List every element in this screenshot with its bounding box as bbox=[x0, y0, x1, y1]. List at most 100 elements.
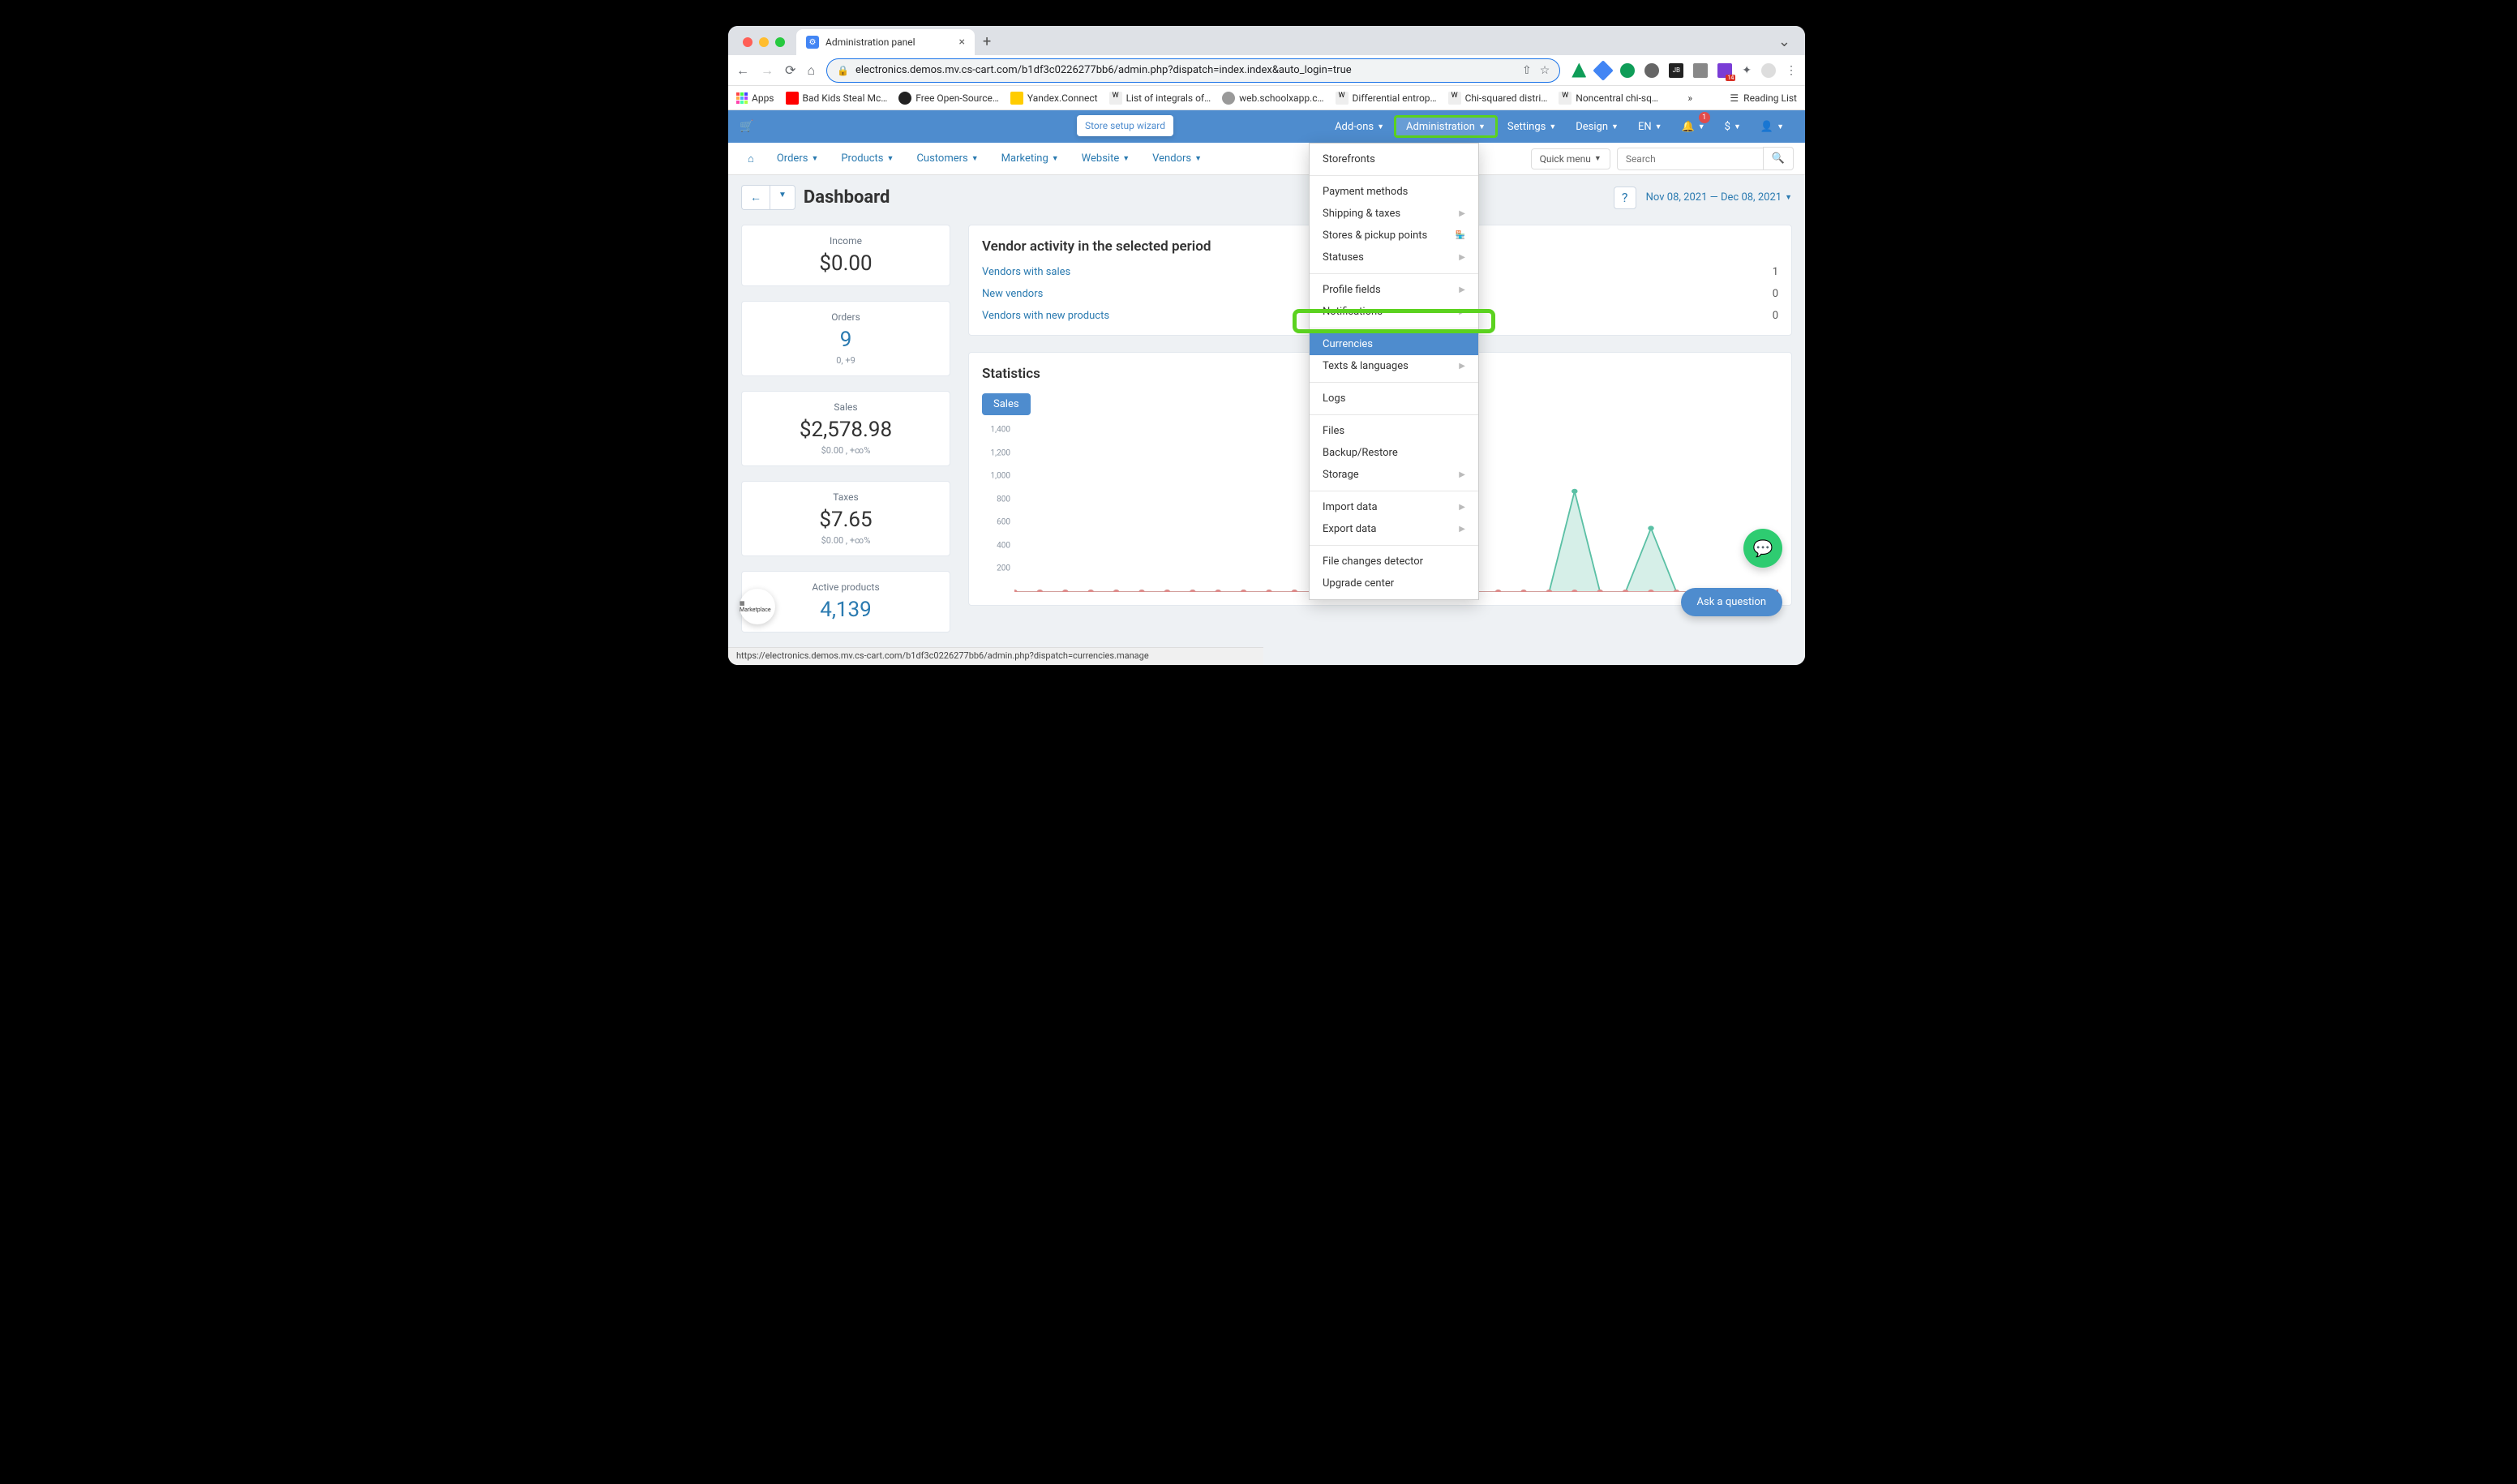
subnav-products[interactable]: Products▼ bbox=[833, 152, 902, 165]
extensions: JB 14 ✦ ⋮ bbox=[1572, 63, 1797, 78]
nav-currency[interactable]: $▼ bbox=[1715, 110, 1751, 143]
nav-home-icon[interactable]: ⌂ bbox=[740, 152, 762, 165]
card-sales: Sales $2,578.98 $0.00 , +∞% bbox=[741, 391, 950, 466]
ext-purple-icon[interactable]: 14 bbox=[1717, 63, 1732, 78]
bookmark-item[interactable]: web.schoolxapp.c… bbox=[1222, 92, 1323, 105]
star-icon[interactable]: ☆ bbox=[1540, 64, 1550, 77]
dropdown-item-notifications[interactable]: Notifications▶ bbox=[1310, 301, 1478, 323]
subnav-vendors[interactable]: Vendors▼ bbox=[1144, 152, 1210, 165]
dropdown-item-texts-languages[interactable]: Texts & languages▶ bbox=[1310, 355, 1478, 377]
bookmark-item[interactable]: Bad Kids Steal Mc… bbox=[786, 92, 888, 105]
nav-user[interactable]: 👤▼ bbox=[1751, 110, 1794, 143]
back-button[interactable]: ← bbox=[741, 185, 770, 210]
nav-design[interactable]: Design▼ bbox=[1566, 110, 1628, 143]
ext-grammarly-icon[interactable] bbox=[1620, 63, 1635, 78]
lock-icon: 🔒 bbox=[837, 65, 849, 76]
menu-icon[interactable]: ⋮ bbox=[1786, 64, 1797, 77]
stats-tab-sales[interactable]: Sales bbox=[982, 393, 1031, 415]
chevron-down-icon: ▼ bbox=[1377, 122, 1384, 131]
dropdown-item-profile-fields[interactable]: Profile fields▶ bbox=[1310, 279, 1478, 301]
dropdown-item-shipping-taxes[interactable]: Shipping & taxes▶ bbox=[1310, 203, 1478, 225]
page-title: Dashboard bbox=[804, 187, 890, 208]
bookmark-item[interactable]: WList of integrals of… bbox=[1109, 92, 1211, 105]
dropdown-item-file-changes-detector[interactable]: File changes detector bbox=[1310, 551, 1478, 573]
bookmark-item[interactable]: WChi-squared distri… bbox=[1448, 92, 1548, 105]
subnav-marketing[interactable]: Marketing▼ bbox=[993, 152, 1067, 165]
bookmark-item[interactable]: WDifferential entrop… bbox=[1336, 92, 1437, 105]
apps-button[interactable]: Apps bbox=[736, 92, 774, 104]
nav-language[interactable]: EN▼ bbox=[1628, 110, 1672, 143]
search-input[interactable] bbox=[1617, 148, 1763, 170]
window-controls[interactable] bbox=[735, 37, 793, 55]
new-tab-button[interactable]: + bbox=[975, 33, 999, 55]
subnav-website[interactable]: Website▼ bbox=[1074, 152, 1138, 165]
date-range-selector[interactable]: Nov 08, 2021 — Dec 08, 2021▼ bbox=[1646, 191, 1792, 204]
minimize-window-icon[interactable] bbox=[759, 37, 769, 47]
close-window-icon[interactable] bbox=[743, 37, 753, 47]
ask-question-button[interactable]: Ask a question bbox=[1681, 588, 1782, 616]
user-icon: 👤 bbox=[1760, 121, 1773, 133]
dropdown-item-files[interactable]: Files bbox=[1310, 420, 1478, 442]
tab-bar: ⚙ Administration panel × + ⌄ bbox=[728, 26, 1805, 55]
ext-diamond-icon[interactable] bbox=[1593, 60, 1614, 80]
tab-close-icon[interactable]: × bbox=[959, 36, 965, 49]
tab-overflow-icon[interactable]: ⌄ bbox=[1770, 33, 1799, 55]
vendor-link[interactable]: Vendors with sales bbox=[982, 266, 1070, 278]
nav-settings[interactable]: Settings▼ bbox=[1498, 110, 1566, 143]
maximize-window-icon[interactable] bbox=[775, 37, 785, 47]
address-bar[interactable]: 🔒 electronics.demos.mv.cs-cart.com/b1df3… bbox=[826, 58, 1560, 83]
chevron-down-icon: ▼ bbox=[1549, 122, 1556, 131]
dropdown-item-import-data[interactable]: Import data▶ bbox=[1310, 496, 1478, 518]
bookmark-item[interactable]: WNoncentral chi-sq… bbox=[1559, 92, 1658, 105]
chevron-right-icon: ▶ bbox=[1459, 307, 1465, 316]
dropdown-item-logs[interactable]: Logs bbox=[1310, 388, 1478, 410]
nav-notifications[interactable]: 🔔1▼ bbox=[1672, 110, 1715, 143]
chevron-down-icon: ▼ bbox=[1194, 154, 1202, 163]
ext-v-icon[interactable] bbox=[1693, 63, 1708, 78]
store-setup-wizard-tooltip[interactable]: Store setup wizard bbox=[1077, 115, 1173, 136]
vendor-link[interactable]: Vendors with new products bbox=[982, 310, 1109, 322]
search-button[interactable]: 🔍 bbox=[1763, 147, 1794, 170]
chevron-right-icon: ▶ bbox=[1459, 285, 1465, 294]
reading-list-button[interactable]: ☰Reading List bbox=[1730, 92, 1797, 104]
cart-icon[interactable]: 🛒 bbox=[740, 120, 753, 133]
app-body: Store setup wizard 🛒 Add-ons▼ Administra… bbox=[728, 110, 1805, 665]
status-bar: https://electronics.demos.mv.cs-cart.com… bbox=[728, 647, 1263, 665]
back-icon[interactable]: ← bbox=[736, 62, 749, 79]
dropdown-item-upgrade-center[interactable]: Upgrade center bbox=[1310, 573, 1478, 594]
subnav-customers[interactable]: Customers▼ bbox=[908, 152, 986, 165]
reload-icon[interactable]: ⟳ bbox=[785, 62, 795, 78]
profile-avatar[interactable] bbox=[1761, 63, 1776, 78]
more-bookmarks[interactable]: » bbox=[1687, 92, 1692, 104]
dropdown-item-backup-restore[interactable]: Backup/Restore bbox=[1310, 442, 1478, 464]
quick-menu[interactable]: Quick menu▼ bbox=[1531, 148, 1610, 169]
dropdown-item-payment-methods[interactable]: Payment methods bbox=[1310, 181, 1478, 203]
nav-addons[interactable]: Add-ons▼ bbox=[1325, 110, 1394, 143]
dropdown-item-export-data[interactable]: Export data▶ bbox=[1310, 518, 1478, 540]
extensions-icon[interactable]: ✦ bbox=[1742, 64, 1752, 77]
dropdown-item-statuses[interactable]: Statuses▶ bbox=[1310, 247, 1478, 268]
home-icon[interactable]: ⌂ bbox=[807, 62, 815, 79]
dropdown-item-storefronts[interactable]: Storefronts bbox=[1310, 148, 1478, 170]
subnav-orders[interactable]: Orders▼ bbox=[769, 152, 827, 165]
y-tick-label: 600 bbox=[997, 518, 1010, 527]
bookmark-item[interactable]: Free Open-Source… bbox=[898, 92, 999, 105]
help-button[interactable]: ? bbox=[1614, 187, 1636, 209]
browser-tab[interactable]: ⚙ Administration panel × bbox=[796, 29, 975, 55]
chat-fab[interactable]: 💬 bbox=[1743, 529, 1782, 568]
dropdown-item-stores-pickup-points[interactable]: Stores & pickup points🏪 bbox=[1310, 225, 1478, 247]
forward-icon: → bbox=[761, 62, 774, 79]
share-icon[interactable]: ⇧ bbox=[1522, 64, 1532, 77]
back-dropdown[interactable]: ▼ bbox=[770, 185, 795, 210]
vendor-link[interactable]: New vendors bbox=[982, 288, 1043, 300]
ext-jb-icon[interactable]: JB bbox=[1669, 63, 1683, 78]
dropdown-item-storage[interactable]: Storage▶ bbox=[1310, 464, 1478, 486]
chevron-right-icon: ▶ bbox=[1459, 253, 1465, 262]
marketplace-badge[interactable]: ▦ Marketplace bbox=[740, 589, 775, 624]
ext-drive-icon[interactable] bbox=[1572, 63, 1586, 78]
ext-gear-icon[interactable] bbox=[1644, 63, 1659, 78]
favicon-icon: ⚙ bbox=[806, 36, 819, 49]
nav-administration[interactable]: Administration▼ bbox=[1394, 115, 1498, 138]
bookmark-item[interactable]: Yandex.Connect bbox=[1010, 92, 1098, 105]
dropdown-item-currencies[interactable]: Currencies bbox=[1310, 333, 1478, 355]
